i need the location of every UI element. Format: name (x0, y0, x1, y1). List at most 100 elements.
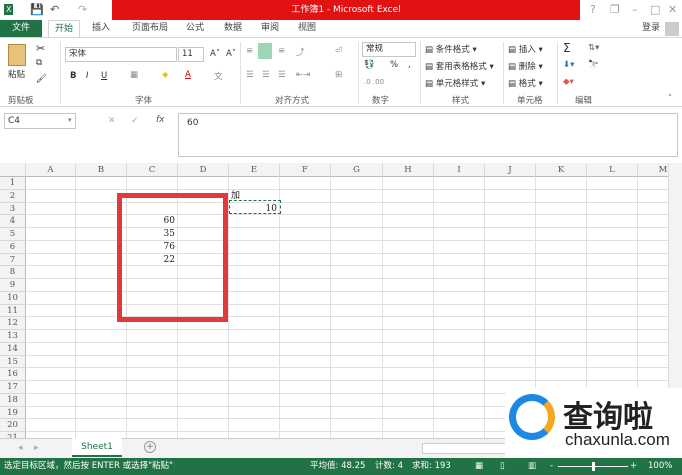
row-header[interactable]: 6 (0, 240, 26, 254)
row-header[interactable]: 15 (0, 355, 26, 369)
conditional-format-button[interactable]: ▤ 条件格式 ▾ (425, 43, 477, 55)
clear-icon[interactable]: ◆▾ (563, 77, 574, 87)
sheet-tab-sheet1[interactable]: Sheet1 (72, 438, 122, 457)
row-header[interactable]: 2 (0, 189, 26, 203)
avatar[interactable] (665, 22, 679, 36)
row-header[interactable]: 11 (0, 304, 26, 318)
tab-formulas[interactable]: 公式 (180, 20, 210, 37)
row-header[interactable]: 3 (0, 202, 26, 216)
align-center-icon[interactable]: ☰ (262, 70, 270, 80)
autosum-button[interactable]: Σ (563, 41, 571, 55)
fill-color-icon[interactable]: ◈ (162, 70, 169, 80)
underline-button[interactable]: U (101, 71, 107, 81)
align-top-icon[interactable]: ≡ (246, 46, 253, 56)
row-header[interactable]: 7 (0, 253, 26, 267)
column-header[interactable]: E (229, 163, 280, 177)
row-header[interactable]: 10 (0, 291, 26, 305)
percent-button[interactable]: % (390, 60, 398, 70)
align-right-icon[interactable]: ☰ (278, 70, 286, 80)
align-left-icon[interactable]: ☰ (246, 70, 254, 80)
orientation-icon[interactable]: ⤴ (296, 46, 305, 58)
row-header[interactable]: 8 (0, 266, 26, 279)
horizontal-scrollbar[interactable] (422, 443, 512, 454)
close-button[interactable]: ✕ (668, 3, 677, 16)
column-header[interactable]: D (178, 163, 229, 177)
zoom-level[interactable]: 100% (648, 458, 672, 475)
cell-styles-button[interactable]: ▤ 单元格样式 ▾ (425, 77, 485, 89)
tab-insert[interactable]: 插入 (86, 20, 116, 37)
paste-icon[interactable] (8, 44, 26, 66)
next-sheet-icon[interactable]: ▸ (34, 443, 39, 453)
sort-filter-icon[interactable]: ⇅▾ (588, 43, 599, 53)
phonetic-icon[interactable]: 文 (214, 70, 223, 82)
decimal-icon[interactable]: .0 .00 (364, 78, 384, 86)
shrink-font-button[interactable]: A˅ (226, 49, 236, 59)
cancel-button[interactable]: ✕ (108, 116, 116, 126)
redo-icon[interactable]: ↷ (78, 3, 87, 16)
column-header[interactable]: F (280, 163, 331, 177)
column-header[interactable]: J (485, 163, 536, 177)
format-cells-button[interactable]: ▤ 格式 ▾ (508, 77, 543, 89)
formula-input[interactable]: 60 (178, 113, 678, 157)
column-header[interactable]: K (536, 163, 587, 177)
help-button[interactable]: ? (590, 3, 596, 16)
row-header[interactable]: 18 (0, 393, 26, 407)
row-header[interactable]: 14 (0, 342, 26, 356)
row-header[interactable]: 4 (0, 215, 26, 228)
minimize-button[interactable]: – (632, 3, 638, 16)
row-header[interactable]: 20 (0, 419, 26, 432)
wrap-text-icon[interactable]: ⏎ (335, 46, 342, 56)
add-sheet-button[interactable]: + (144, 441, 156, 453)
row-header[interactable]: 13 (0, 330, 26, 343)
format-as-table-button[interactable]: ▤ 套用表格格式 ▾ (425, 60, 494, 72)
name-box-dropdown-icon[interactable]: ▾ (68, 116, 72, 124)
format-painter-icon[interactable]: 🖌 (36, 74, 47, 84)
save-icon[interactable]: 💾 (30, 3, 44, 16)
copy-icon[interactable]: ⧉ (36, 58, 42, 68)
tab-file[interactable]: 文件 (0, 20, 42, 37)
insert-cells-button[interactable]: ▤ 插入 ▾ (508, 43, 543, 55)
page-break-view-icon[interactable]: ▥ (528, 458, 536, 475)
name-box[interactable]: C4 (4, 113, 76, 129)
tab-review[interactable]: 审阅 (255, 20, 285, 37)
grow-font-button[interactable]: A˄ (210, 49, 220, 59)
column-header[interactable]: C (127, 163, 178, 177)
undo-icon[interactable]: ↶ (50, 3, 59, 16)
column-header[interactable]: G (331, 163, 383, 177)
tab-page-layout[interactable]: 页面布局 (126, 20, 174, 37)
row-header[interactable]: 17 (0, 381, 26, 394)
maximize-button[interactable]: □ (650, 3, 660, 16)
find-icon[interactable]: 🔭 (588, 60, 599, 70)
bold-button[interactable]: B (70, 71, 76, 81)
delete-cells-button[interactable]: ▤ 删除 ▾ (508, 60, 543, 72)
cut-icon[interactable]: ✂ (36, 42, 45, 55)
normal-view-icon[interactable]: ▦ (475, 458, 483, 475)
tab-view[interactable]: 视图 (292, 20, 322, 37)
row-header[interactable]: 9 (0, 279, 26, 292)
font-size-select[interactable]: 11 (178, 47, 204, 62)
login-link[interactable]: 登录 (636, 20, 666, 37)
tab-data[interactable]: 数据 (218, 20, 248, 37)
fill-icon[interactable]: ⬇▾ (563, 60, 574, 70)
row-header[interactable]: 12 (0, 317, 26, 330)
column-header[interactable]: M (638, 163, 668, 177)
merge-icon[interactable]: ⊞ (335, 70, 342, 80)
font-color-button[interactable]: A (185, 70, 191, 80)
row-header[interactable]: 1 (0, 177, 26, 190)
enter-button[interactable]: ✓ (131, 116, 139, 126)
italic-button[interactable]: I (86, 71, 89, 81)
comma-button[interactable]: , (408, 60, 411, 70)
zoom-out-button[interactable]: - (550, 458, 553, 475)
row-header[interactable]: 5 (0, 228, 26, 241)
insert-function-button[interactable]: fx (156, 115, 165, 125)
prev-sheet-icon[interactable]: ◂ (18, 443, 23, 453)
column-header[interactable]: L (587, 163, 638, 177)
column-header[interactable]: B (76, 163, 127, 177)
zoom-slider-thumb[interactable] (592, 462, 595, 471)
select-all-button[interactable] (0, 163, 26, 177)
page-layout-view-icon[interactable]: ▯ (500, 458, 505, 475)
currency-icon[interactable]: 💱 (364, 60, 375, 70)
font-name-select[interactable]: 宋体 (65, 47, 177, 62)
indent-icon[interactable]: ⇤⇥ (296, 70, 310, 80)
column-header[interactable]: I (434, 163, 485, 177)
